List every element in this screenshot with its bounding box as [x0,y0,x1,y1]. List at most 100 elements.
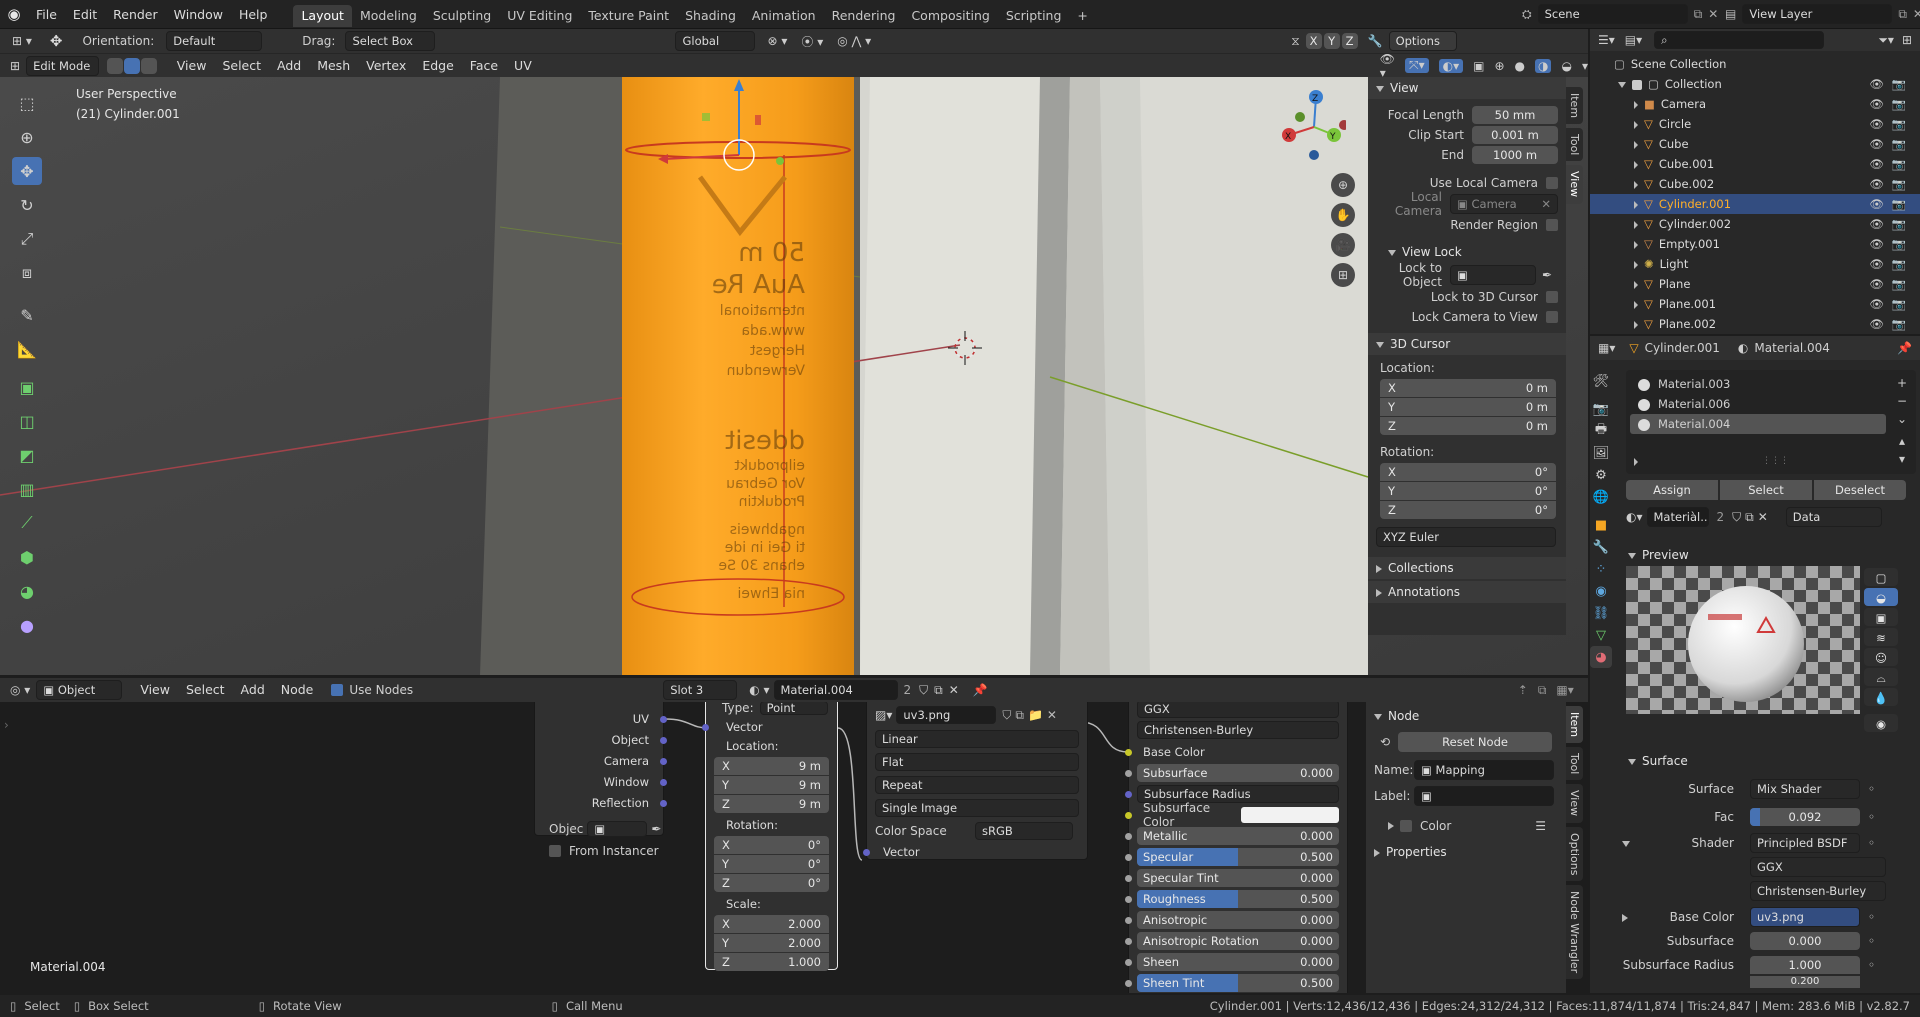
world-properties-icon[interactable]: 🌐 [1590,486,1612,508]
shading-options-icon[interactable]: ▾ [1582,59,1588,73]
node-canvas[interactable]: › UV Object Camera Window Reflection Obj… [0,702,1366,993]
visibility-eye-icon[interactable]: 👁 [1869,94,1884,114]
bsdf-input[interactable]: Roughness 0.500 [1125,890,1339,908]
bsdf-base-color-input[interactable]: Base Color [1125,744,1339,761]
fac-link-icon[interactable]: ◦ [1868,810,1875,824]
view-layer-properties-icon[interactable]: 🖼 [1590,442,1612,464]
preview-fabric-icon[interactable]: ⌓ [1864,668,1898,686]
material-slot[interactable]: Material.004 [1630,414,1886,434]
node-panel-header[interactable]: Node [1366,705,1566,727]
clip-end-field[interactable]: 1000 m [1472,146,1558,164]
cursor-rot-x[interactable]: X 0° [1380,463,1556,481]
from-instancer-checkbox[interactable] [549,845,561,857]
use-local-camera-checkbox[interactable] [1546,177,1558,189]
physics-properties-icon[interactable]: ◉ [1590,580,1612,602]
add-workspace-button[interactable]: + [1069,5,1095,27]
cursor-tool-icon[interactable]: ⊕ [12,123,42,151]
outliner-item[interactable]: ▽ Cube.001 👁 📷 [1590,154,1920,174]
close-view-layer-icon[interactable]: ✕ [1913,7,1920,21]
pin-icon[interactable]: 📌 [973,683,988,697]
render-visibility-icon[interactable]: 📷 [1892,194,1906,214]
cursor-loc-z[interactable]: Z0 m [1380,417,1556,435]
move-slot-up-icon[interactable]: ▴ [1894,432,1910,450]
input-socket-icon[interactable] [1125,896,1132,903]
bsdf-slider[interactable]: Sheen 0.000 [1137,953,1339,971]
object-properties-icon[interactable]: ■ [1590,514,1612,536]
outliner-expand-icon[interactable] [1634,120,1638,129]
link-dropdown[interactable]: Data [1785,507,1882,527]
output-window[interactable]: Window [535,774,667,791]
input-socket-icon[interactable] [1125,875,1132,882]
material-shading-icon[interactable]: ◑ [1535,58,1552,73]
bsdf-subsurface-method-dropdown[interactable]: Christensen-Burley [1137,721,1339,739]
viewport-menu-select[interactable]: Select [214,54,269,78]
tab-shading[interactable]: Shading [677,5,744,27]
view-layer-selector[interactable]: ▤ View Layer ⧉ ✕ [1725,3,1920,25]
input-socket-icon[interactable] [1125,833,1132,840]
xray-icon[interactable]: ▣ [1473,59,1484,73]
material-slot[interactable]: Material.006 [1630,394,1886,414]
node-tab-item[interactable]: Item [1566,706,1583,744]
select-box-tool-icon[interactable]: ⬚ [12,89,42,117]
menu-render[interactable]: Render [105,0,166,29]
image-texture-node[interactable]: ▨▾ uv3.png ⛉ ⧉ 📁 ✕ Linear Flat Repeat Single … [863,702,1088,860]
visibility-eye-icon[interactable]: 👁 [1869,214,1884,234]
inset-tool-icon[interactable]: ◫ [12,407,42,435]
blender-logo-icon[interactable]: ◉ [0,5,28,23]
pivot-icon[interactable]: ⊗ ▾ [767,34,787,48]
loop-cut-tool-icon[interactable]: ▥ [12,475,42,503]
ortho-grid-icon[interactable]: ⊞ [1331,263,1355,287]
axis-x-toggle[interactable]: X [1305,33,1322,49]
texcoord-object-field[interactable]: ▣ [587,821,648,837]
cursor-rot-y[interactable]: Y 0° [1380,482,1556,500]
material-properties-icon[interactable]: ◕ [1590,646,1612,668]
node-menu-add[interactable]: Add [233,678,273,702]
bsdf-input[interactable]: Metallic 0.000 [1125,827,1339,845]
node-tab-options[interactable]: Options [1566,826,1583,881]
overlay-icon[interactable]: ◐▾ [1438,58,1464,73]
select-button[interactable]: Select [1720,480,1812,500]
tab-modeling[interactable]: Modeling [352,5,425,27]
principled-bsdf-node[interactable]: GGX Christensen-Burley Base Color Subsur… [1125,702,1348,993]
mapping-node[interactable]: Type: Point Vector Location: X9 m Y9 m Z9… [702,702,838,971]
input-socket-icon[interactable] [1125,770,1132,777]
outliner-expand-icon[interactable] [1634,220,1638,229]
mapping-rot-z[interactable]: Z 0° [714,874,829,892]
base-color-link-icon[interactable]: ◦ [1868,910,1875,924]
backdrop-icon[interactable]: ▦▾ [1556,683,1573,697]
shader-link-icon[interactable]: ◦ [1868,836,1875,850]
tab-texture-paint[interactable]: Texture Paint [580,5,677,27]
assign-button[interactable]: Assign [1626,480,1718,500]
output-camera[interactable]: Camera [535,753,667,770]
subsurface-radius-link-icon[interactable]: ◦ [1868,958,1875,972]
mapping-loc-y[interactable]: Y9 m [714,776,829,794]
properties-pin-icon[interactable]: 📌 [1897,341,1912,355]
bsdf-slider[interactable]: Sheen Tint 0.500 [1137,974,1339,992]
bsdf-distribution-dropdown[interactable]: GGX [1137,702,1339,718]
menu-file[interactable]: File [28,0,65,29]
image-browse-icon[interactable]: ▨▾ [875,708,892,722]
particle-properties-icon[interactable]: ⁘ [1590,558,1612,580]
display-mode-icon[interactable]: ▤▾ [1625,33,1642,47]
material-slot[interactable]: Material.003 [1630,374,1886,394]
input-socket-icon[interactable] [1125,791,1132,798]
preview-cube-icon[interactable]: ▣ [1864,608,1898,626]
outliner-item[interactable]: ▽ Plane.001 👁 📷 [1590,294,1920,314]
face-select-icon[interactable] [140,57,157,74]
material-users-count[interactable]: 2 [904,683,912,697]
outliner-collection[interactable]: ▢ Collection 👁 📷 [1590,74,1920,94]
outliner-expand-icon[interactable] [1634,320,1638,329]
render-visibility-icon[interactable]: 📷 [1892,114,1906,134]
preview-sphere-icon[interactable]: ◒ [1864,588,1898,606]
extension-dropdown[interactable]: Repeat [875,776,1079,794]
navigation-gizmo[interactable]: Z X Y [1276,87,1346,167]
render-visibility-icon[interactable]: 📷 [1892,294,1906,314]
viewport-editor-type-icon[interactable]: ⊞ [10,59,20,73]
scene-properties-icon[interactable]: ⚙ [1590,464,1612,486]
tab-layout[interactable]: Layout [293,5,352,27]
use-nodes-checkbox[interactable] [331,684,344,696]
mapping-rot-x[interactable]: X 0° [714,836,829,854]
bevel-tool-icon[interactable]: ◩ [12,441,42,469]
bsdf-input[interactable]: Anisotropic 0.000 [1125,911,1339,929]
duplicate-material-icon[interactable]: ⧉ [934,683,943,698]
